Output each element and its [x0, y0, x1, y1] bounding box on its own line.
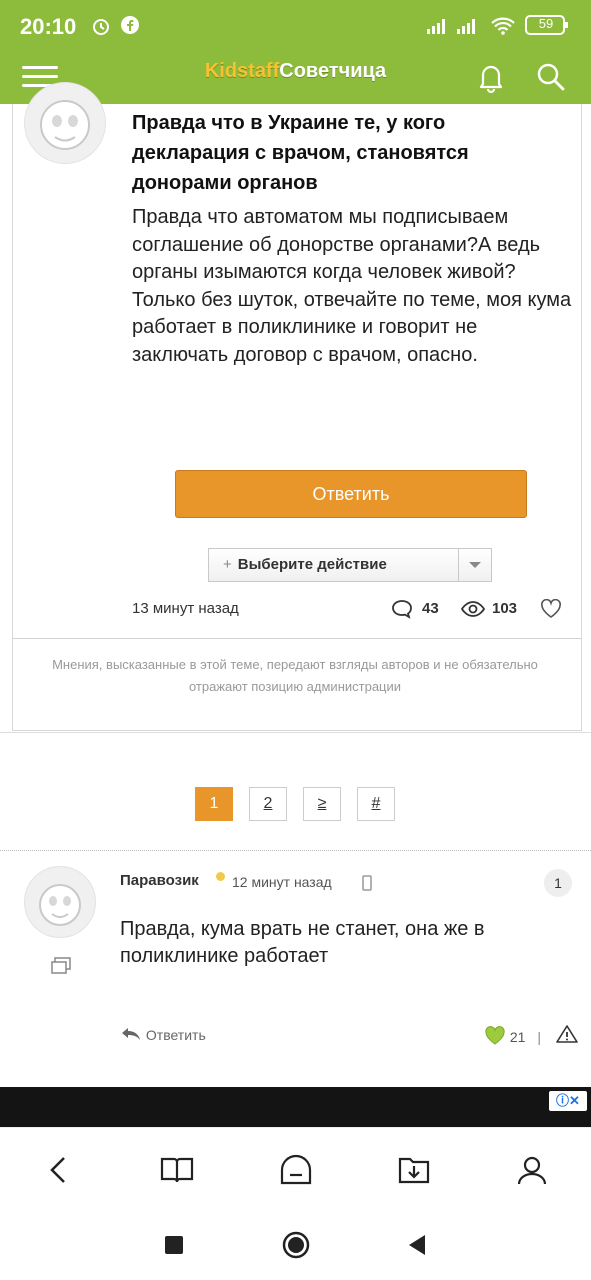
- comment-reply-button[interactable]: Ответить: [120, 1026, 206, 1043]
- phone-icon: [362, 875, 372, 896]
- facebook-icon: [120, 15, 140, 40]
- warning-icon[interactable]: [556, 1024, 578, 1049]
- stop-icon[interactable]: [154, 1225, 194, 1265]
- comment-time: 12 минут назад: [232, 874, 332, 890]
- comment-reply-label: Ответить: [145, 1027, 206, 1043]
- question-author-avatar[interactable]: [24, 82, 106, 164]
- page-2[interactable]: 2: [249, 787, 287, 821]
- profile-icon[interactable]: [512, 1150, 552, 1190]
- battery-icon: 59: [525, 14, 571, 41]
- page-last[interactable]: #: [357, 787, 395, 821]
- heart-filled-icon: [485, 1026, 505, 1045]
- comment-number: 1: [544, 869, 572, 897]
- eye-icon: [460, 598, 486, 624]
- chevron-down-icon[interactable]: [458, 549, 491, 581]
- signal-icon: [425, 17, 485, 40]
- question-body: Правда что автоматом мы подписываем согл…: [132, 206, 572, 366]
- comments-count: 43: [422, 600, 439, 617]
- card-frame: [12, 104, 582, 731]
- comment-icon[interactable]: [390, 598, 414, 624]
- comments-separator: [0, 850, 591, 851]
- wifi-icon: [490, 16, 516, 41]
- action-select-label: + Выберите действие: [223, 556, 387, 573]
- alarm-icon: [90, 15, 112, 42]
- heart-icon[interactable]: [540, 598, 562, 623]
- question-title: Правда что в Украине те, у кого декларац…: [132, 112, 469, 194]
- status-time: 20:10: [20, 14, 77, 39]
- comment-text: Правда, кума врать не станет, она же в п…: [120, 918, 485, 967]
- disclaimer-text: Мнения, высказанные в этой теме, передаю…: [52, 657, 538, 694]
- ad-banner[interactable]: ⓘ✕: [0, 1087, 591, 1127]
- search-icon[interactable]: [534, 60, 568, 92]
- card-divider: [12, 638, 581, 639]
- comment-author[interactable]: Паравозик: [120, 872, 199, 889]
- home-icon[interactable]: [276, 1150, 316, 1190]
- status-bar: 20:10 59: [0, 0, 591, 54]
- triangle-icon[interactable]: [397, 1225, 437, 1265]
- circle-icon[interactable]: [276, 1225, 316, 1265]
- online-status-badge: [216, 872, 225, 881]
- browser-nav-bar: [0, 1127, 591, 1210]
- comment-likes[interactable]: 21 |: [484, 1026, 549, 1046]
- likes-separator: |: [537, 1029, 541, 1045]
- back-icon[interactable]: [40, 1150, 80, 1190]
- battery-level: 59: [538, 16, 554, 31]
- book-icon[interactable]: [157, 1150, 197, 1190]
- logo-part-2: Советчица: [279, 60, 387, 82]
- ad-info-icon[interactable]: ⓘ✕: [549, 1091, 587, 1111]
- reply-button[interactable]: Ответить: [175, 470, 527, 518]
- download-icon[interactable]: [394, 1150, 434, 1190]
- likes-count: 21: [509, 1029, 526, 1045]
- system-nav-bar: [0, 1209, 591, 1280]
- views-count: 103: [492, 600, 518, 617]
- bell-icon[interactable]: [474, 60, 508, 94]
- reply-arrow-icon: [122, 1028, 140, 1040]
- page-next[interactable]: ≥: [303, 787, 341, 821]
- page-1[interactable]: 1: [195, 787, 233, 821]
- action-select[interactable]: + Выберите действие: [208, 548, 492, 582]
- question-time: 13 минут назад: [132, 600, 239, 617]
- chat-icon[interactable]: [50, 956, 72, 981]
- comment-author-avatar[interactable]: [24, 866, 96, 938]
- logo-part-1: Kidstaff: [204, 60, 280, 82]
